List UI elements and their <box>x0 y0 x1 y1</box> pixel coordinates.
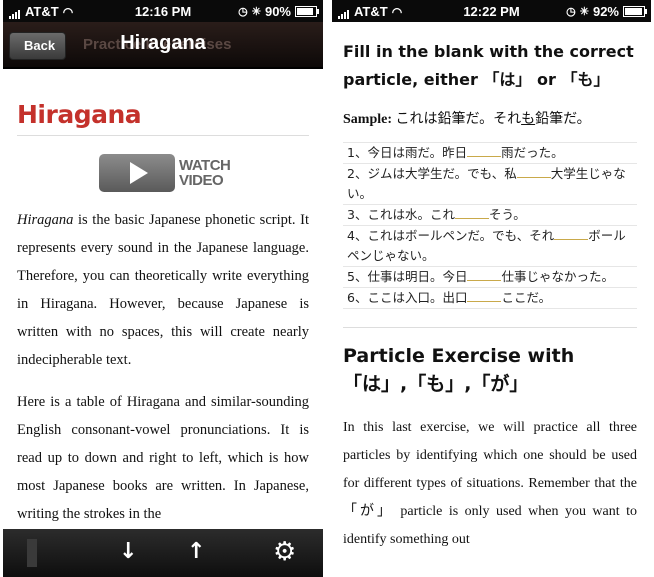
sample-label: Sample: <box>343 112 392 127</box>
sample-text-post: 鉛筆だ。 <box>535 112 591 127</box>
exercise-text-post: そう。 <box>488 207 526 222</box>
exercise-heading: Fill in the blank with the correct parti… <box>343 42 634 89</box>
battery-icon <box>295 6 319 17</box>
arrow-down-icon[interactable]: ↓ <box>119 539 137 565</box>
exercise-item: 1、今日は雨だ。昨日 雨だった。 <box>343 143 637 164</box>
answer-blank[interactable] <box>554 227 589 240</box>
bottom-toolbar: ↓ ↑ ⚙ <box>3 529 323 577</box>
arrow-up-icon[interactable]: ↑ <box>187 539 205 565</box>
bluetooth-icon: ✳ <box>251 6 261 18</box>
clock-icon: ◷ <box>238 6 248 18</box>
answer-blank[interactable] <box>516 165 551 178</box>
nav-bar: Practice in exercises Back Hiragana <box>3 22 323 69</box>
lesson-content: Hiragana WATCH VIDEO Hiragana is the bas… <box>17 100 309 528</box>
answer-blank[interactable] <box>467 289 502 302</box>
hiragana-term: Hiragana <box>17 212 74 228</box>
watch-video-button[interactable]: WATCH VIDEO <box>99 154 309 192</box>
bookmark-icon[interactable] <box>27 539 37 567</box>
divider <box>17 135 309 136</box>
bluetooth-icon: ✳ <box>579 6 589 18</box>
answer-blank[interactable] <box>467 268 502 281</box>
status-bar: AT&T ◠ 12:16 PM ◷ ✳ 90% <box>3 0 323 22</box>
watch-label-line2: VIDEO <box>179 172 224 189</box>
exercise-text-post: 仕事じゃなかった。 <box>501 269 614 284</box>
sample-answer: も <box>521 112 536 127</box>
exercise-text-pre: 5、仕事は明日。今日 <box>347 269 468 284</box>
page-title: Hiragana <box>17 100 142 129</box>
exercise-text-pre: 6、ここは入口。出口 <box>347 290 468 305</box>
table-paragraph: Here is a table of Hiragana and similar-… <box>17 394 309 522</box>
battery-percent: 90% <box>264 4 291 19</box>
exercise-text-post: 雨だった。 <box>501 145 564 160</box>
exercise-item: 2、ジムは大学生だ。でも、私 大学生じゃない。 <box>343 164 637 205</box>
battery-icon <box>623 6 647 17</box>
exercise-content: Fill in the blank with the correct parti… <box>343 38 637 554</box>
watch-video-label: WATCH VIDEO <box>179 157 231 189</box>
gears-icon[interactable]: ⚙ <box>273 539 296 565</box>
exercise-text-pre: 2、ジムは大学生だ。でも、私 <box>347 166 517 181</box>
exercise-item: 3、これは水。これ そう。 <box>343 205 637 226</box>
exercise-item: 4、これはボールペンだ。でも、それ ボールペンじゃない。 <box>343 226 637 267</box>
nav-title: Hiragana <box>120 32 206 54</box>
section-heading: Particle Exercise with 「は」,「も」,「が」 <box>343 345 575 395</box>
exercise-text-pre: 3、これは水。これ <box>347 207 455 222</box>
exercise-text-pre: 4、これはボールペンだ。でも、それ <box>347 228 555 243</box>
intro-paragraph: Hiragana is the basic Japanese phonetic … <box>17 206 309 374</box>
intro-text: is the basic Japanese phonetic script. I… <box>17 212 309 368</box>
exercise-text-pre: 1、今日は雨だ。昨日 <box>347 145 468 160</box>
status-bar: AT&T ◠ 12:22 PM ◷ ✳ 92% <box>332 0 651 22</box>
divider <box>343 327 637 328</box>
exercise-text-post: ここだ。 <box>501 290 552 305</box>
exercise-item: 5、仕事は明日。今日 仕事じゃなかった。 <box>343 267 637 288</box>
right-screen: AT&T ◠ 12:22 PM ◷ ✳ 92% Fill in the blan… <box>332 0 651 577</box>
answer-blank[interactable] <box>454 206 489 219</box>
sample-text-pre: これは鉛筆だ。それ <box>392 112 522 127</box>
play-icon[interactable] <box>99 154 175 192</box>
clock-icon: ◷ <box>566 6 576 18</box>
answer-blank[interactable] <box>467 144 502 157</box>
exercise-item: 6、ここは入口。出口 ここだ。 <box>343 288 637 309</box>
left-screen: AT&T ◠ 12:16 PM ◷ ✳ 90% Practice in exer… <box>3 0 323 577</box>
exercise-list: 1、今日は雨だ。昨日 雨だった。 2、ジムは大学生だ。でも、私 大学生じゃない。 3、こ… <box>343 142 637 309</box>
watch-label-line1: WATCH <box>179 157 231 174</box>
sample-sentence: Sample: これは鉛筆だ。それも鉛筆だ。 <box>343 108 637 128</box>
battery-percent: 92% <box>592 4 619 19</box>
section-paragraph: In this last exercise, we will practice … <box>343 420 637 547</box>
